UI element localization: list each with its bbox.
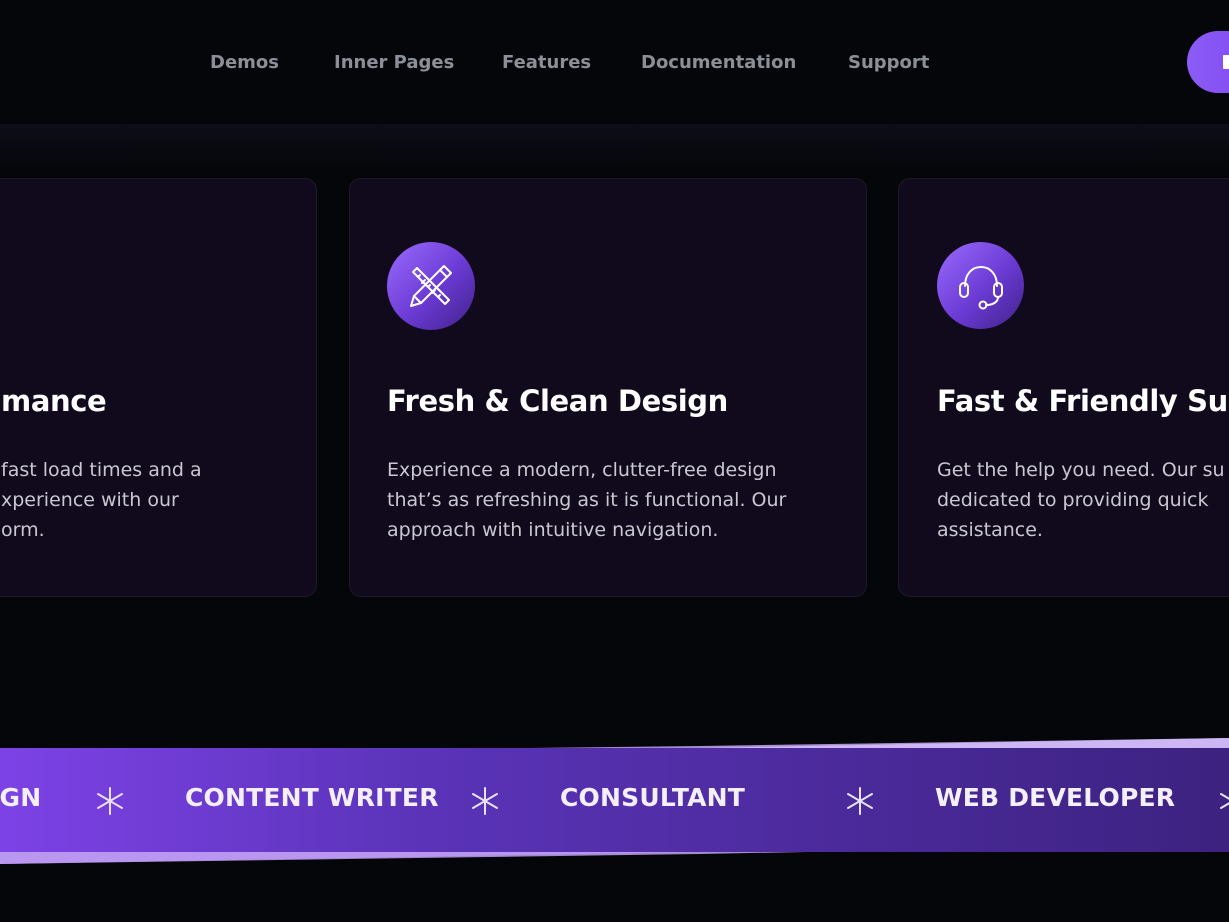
asterisk-icon <box>1220 793 1229 809</box>
feature-card-design: Fresh & Clean Design Experience a modern… <box>349 178 867 597</box>
nav-item-features[interactable]: Features <box>502 52 591 73</box>
marquee-item: WEB DEVELOPER <box>935 783 1176 812</box>
marquee-item: CONTENT WRITER <box>185 783 439 812</box>
card-title: mance <box>1 384 107 418</box>
header-cta-button[interactable] <box>1187 31 1229 93</box>
card-text: Experience a modern, clutter-free design… <box>387 459 787 541</box>
nav-item-inner-pages[interactable]: Inner Pages <box>334 52 454 73</box>
asterisk-icon <box>97 787 123 815</box>
marquee-item: CONSULTANT <box>560 783 746 812</box>
feature-card-support: Fast & Friendly Supp Get the help you ne… <box>898 178 1229 597</box>
nav-item-documentation[interactable]: Documentation <box>641 52 796 73</box>
header-glow <box>0 124 1229 174</box>
skills-marquee: IGN CONTENT WRITER CONSULTANT WEB D <box>0 736 1229 870</box>
card-text: fast load times and a xperience with our… <box>1 459 202 541</box>
card-title: Fresh & Clean Design <box>387 384 728 418</box>
card-title: Fast & Friendly Supp <box>937 384 1229 418</box>
site-header: Demos Inner Pages Features Documentation… <box>0 0 1229 125</box>
card-text: Get the help you need. Our su dedicated … <box>937 459 1225 541</box>
feature-card-performance: mance fast load times and a xperience wi… <box>0 178 317 597</box>
cta-label-fragment <box>1223 55 1229 69</box>
asterisk-icon <box>472 787 498 815</box>
marquee-item: IGN <box>0 783 42 812</box>
page: Demos Inner Pages Features Documentation… <box>0 0 1229 922</box>
asterisk-icon <box>847 787 873 815</box>
pencil-ruler-icon <box>387 242 475 330</box>
nav-item-demos[interactable]: Demos <box>210 52 279 73</box>
headset-icon <box>937 242 1024 329</box>
nav-item-support[interactable]: Support <box>848 52 929 73</box>
